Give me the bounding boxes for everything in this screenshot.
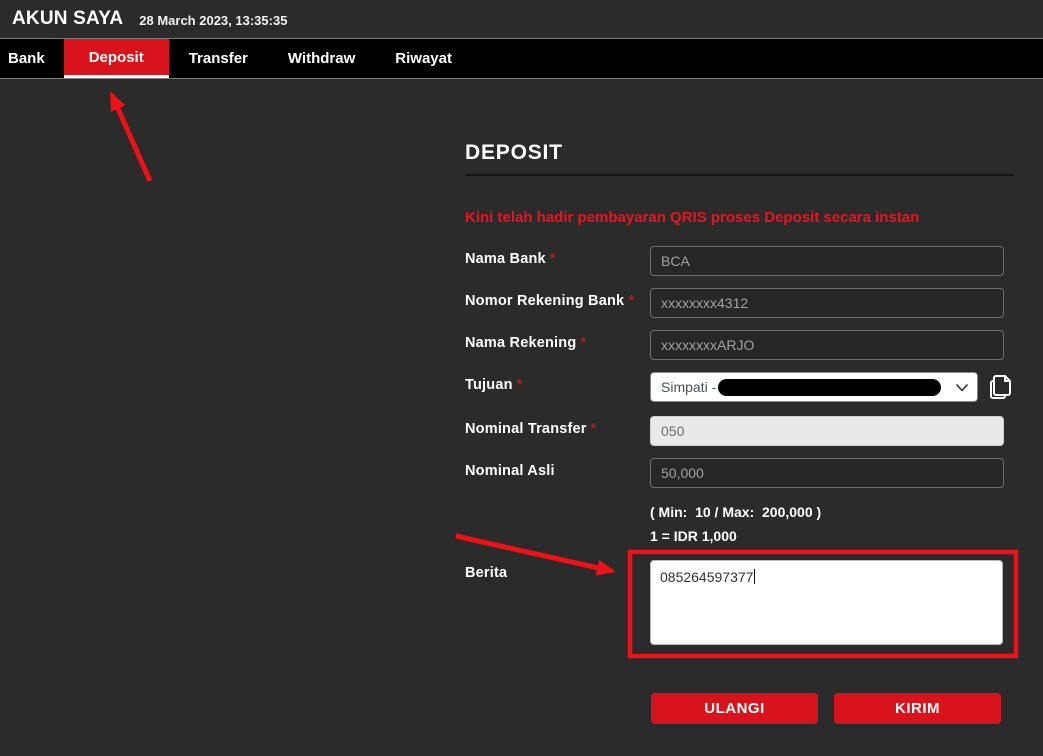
tab-bank[interactable]: Bank — [0, 39, 64, 78]
tujuan-label: Tujuan* — [465, 372, 650, 393]
berita-textarea[interactable]: 085264597377 — [650, 560, 1003, 645]
tab-transfer[interactable]: Transfer — [169, 39, 268, 78]
nominal-asli-label: Nominal Asli — [465, 458, 650, 479]
page-title: DEPOSIT — [465, 141, 1013, 165]
field-row-tujuan: Tujuan* Simpati - — [465, 372, 1013, 404]
redaction-blob — [718, 379, 941, 396]
copy-button[interactable] — [988, 373, 1013, 404]
nominal-transfer-label: Nominal Transfer* — [465, 416, 650, 437]
form-actions: ULANGI KIRIM — [651, 693, 1013, 724]
berita-value: 085264597377 — [660, 569, 753, 585]
nama-bank-input[interactable] — [650, 246, 1004, 276]
nominal-transfer-input — [650, 416, 1004, 446]
app-header: AKUN SAYA 28 March 2023, 13:35:35 — [0, 0, 1043, 39]
app-title: AKUN SAYA — [12, 8, 123, 30]
nama-rekening-label: Nama Rekening* — [465, 330, 650, 351]
berita-label: Berita — [465, 560, 650, 581]
field-row-nama-bank: Nama Bank* — [465, 246, 1013, 276]
title-divider — [465, 174, 1013, 176]
required-marker: * — [591, 421, 597, 437]
field-row-nominal-transfer: Nominal Transfer* — [465, 416, 1013, 446]
field-row-nominal-asli: Nominal Asli — [465, 458, 1013, 488]
required-marker: * — [580, 335, 586, 351]
text-caret — [754, 569, 755, 584]
tujuan-select[interactable]: Simpati - — [650, 372, 978, 402]
nomor-rekening-input[interactable] — [650, 288, 1004, 318]
kirim-button[interactable]: KIRIM — [834, 693, 1001, 724]
qris-notice: Kini telah hadir pembayaran QRIS proses … — [465, 209, 1013, 226]
required-marker: * — [550, 251, 556, 267]
tab-riwayat[interactable]: Riwayat — [375, 39, 472, 78]
nama-bank-label: Nama Bank* — [465, 246, 650, 267]
page-content: DEPOSIT Kini telah hadir pembayaran QRIS… — [0, 79, 1043, 755]
rate-hint: 1 = IDR 1,000 — [650, 528, 1013, 544]
header-timestamp: 28 March 2023, 13:35:35 — [139, 11, 287, 28]
field-row-nomor-rekening: Nomor Rekening Bank* — [465, 288, 1013, 318]
tujuan-selected-value: Simpati - — [661, 379, 716, 395]
field-row-nama-rekening: Nama Rekening* — [465, 330, 1013, 360]
nominal-asli-input[interactable] — [650, 458, 1004, 488]
chevron-down-icon — [956, 384, 968, 392]
deposit-form: DEPOSIT Kini telah hadir pembayaran QRIS… — [465, 141, 1013, 724]
ulangi-button[interactable]: ULANGI — [651, 693, 818, 724]
field-row-berita: Berita 085264597377 — [465, 560, 1013, 645]
nomor-rekening-label: Nomor Rekening Bank* — [465, 288, 650, 309]
copy-icon — [988, 373, 1013, 401]
required-marker: * — [517, 377, 523, 393]
min-max-hint: ( Min: 10 / Max: 200,000 ) — [650, 504, 1013, 520]
required-marker: * — [628, 293, 634, 309]
tab-withdraw[interactable]: Withdraw — [268, 39, 375, 78]
nama-rekening-input[interactable] — [650, 330, 1004, 360]
main-nav: Bank Deposit Transfer Withdraw Riwayat — [0, 39, 1043, 79]
tab-deposit[interactable]: Deposit — [64, 39, 169, 78]
